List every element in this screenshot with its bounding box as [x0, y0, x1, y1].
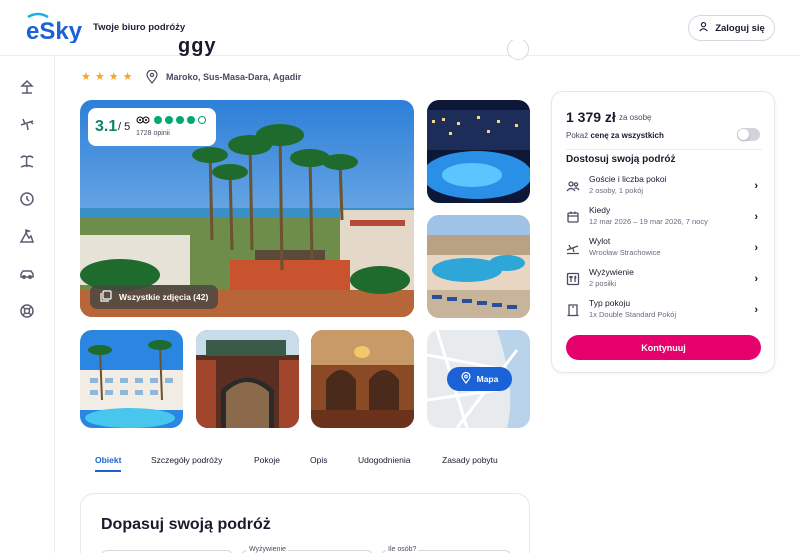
price: 1 379 zł [566, 109, 616, 125]
beach-icon[interactable] [19, 79, 35, 95]
favorite-button-partial[interactable] [507, 40, 529, 60]
tab-szczegoly-podrozy[interactable]: Szczegóły podróży [151, 455, 222, 465]
section-tabs: Obiekt Szczegóły podróży Pokoje Opis Udo… [80, 455, 540, 475]
guests-field-label: Ile osób? [386, 546, 419, 553]
option-meals[interactable]: Wyżywienie 2 posiłki › [566, 267, 762, 293]
all-photos-button[interactable]: Wszystkie zdjęcia (42) [90, 285, 218, 309]
option-value: 12 mar 2026 – 19 mar 2026, 7 nocy [589, 217, 708, 226]
show-price-prefix: Pokaż [566, 131, 591, 140]
tab-zasady-pobytu[interactable]: Zasady pobytu [442, 455, 498, 465]
hotel-lobby-photo[interactable] [311, 330, 414, 428]
login-label: Zaloguj się [715, 22, 765, 34]
divider [566, 149, 762, 150]
tab-obiekt[interactable]: Obiekt [95, 455, 121, 465]
hotel-stars: ★ ★ ★ ★ [81, 71, 133, 83]
option-value: Wrocław Strachowice [589, 248, 661, 257]
rating-bubble [176, 116, 184, 124]
top-header: eSky Twoje biuro podróży Zaloguj się [0, 0, 800, 56]
tagline: Twoje biuro podróży [93, 22, 186, 33]
tab-udogodnienia[interactable]: Udogodnienia [358, 455, 410, 465]
hotel-building-photo[interactable] [80, 330, 183, 428]
tab-pokoje[interactable]: Pokoje [254, 455, 280, 465]
option-value: 1x Double Standard Pokój [589, 310, 677, 319]
chevron-right-icon: › [754, 304, 758, 316]
total-price-toggle[interactable] [737, 128, 760, 141]
star-icon: ★ [108, 71, 119, 83]
meal-field-label: Wyżywienie [247, 546, 288, 553]
location-pin-icon [146, 70, 158, 84]
esky-logo[interactable]: eSky [24, 11, 86, 43]
option-guests[interactable]: Goście i liczba pokoi 2 osoby, 1 pokój › [566, 174, 762, 200]
calendar-icon [566, 210, 580, 224]
car-icon[interactable] [19, 266, 35, 282]
guests-icon [566, 179, 580, 193]
logo-text: eSky [26, 18, 83, 43]
mountain-icon[interactable] [19, 228, 35, 244]
meal-icon [566, 272, 580, 286]
option-value: 2 posiłki [589, 279, 617, 288]
login-button[interactable]: Zaloguj się [688, 15, 775, 41]
toggle-knob [738, 129, 749, 140]
chevron-right-icon: › [754, 242, 758, 254]
option-title: Wylot [589, 236, 611, 246]
star-icon: ★ [122, 71, 133, 83]
tripadvisor-icon [136, 115, 150, 126]
tab-opis[interactable]: Opis [310, 455, 327, 465]
option-dates[interactable]: Kiedy 12 mar 2026 – 19 mar 2026, 7 nocy … [566, 205, 762, 231]
option-title: Typ pokoju [589, 298, 631, 308]
all-photos-label: Wszystkie zdjęcia (42) [119, 292, 209, 302]
user-icon [698, 21, 709, 35]
rating-card[interactable]: 3.1 / 5 1728 opinii [88, 108, 216, 146]
pool-night-photo[interactable] [427, 100, 530, 203]
show-total-price-label: Pokaż cenę za wszystkich [566, 131, 664, 140]
star-icon: ★ [94, 71, 105, 83]
map-label: Mapa [476, 374, 499, 384]
rating-score: 3.1 [95, 118, 118, 135]
hotel-entrance-photo[interactable] [196, 330, 299, 428]
departure-icon [566, 241, 580, 255]
hotel-location: Maroko, Sus-Masa-Dara, Agadir [166, 72, 302, 82]
room-icon [566, 303, 580, 317]
option-title: Goście i liczba pokoi [589, 174, 667, 184]
pool-day-photo[interactable] [427, 215, 530, 318]
option-room-type[interactable]: Typ pokoju 1x Double Standard Pokój › [566, 298, 762, 324]
plane-icon[interactable] [19, 116, 35, 132]
rating-bubble [154, 116, 162, 124]
customize-trip-title: Dopasuj swoją podróż [101, 516, 271, 533]
rating-max: / 5 [118, 121, 131, 133]
option-title: Kiedy [589, 205, 611, 215]
chevron-right-icon: › [754, 273, 758, 285]
map-button[interactable]: Mapa [447, 367, 512, 391]
hotel-title-partial: ggy [178, 41, 258, 56]
hotel-title-fragment: ggy [178, 41, 217, 56]
map-pin-icon [461, 371, 471, 386]
customize-trip-section: Dopasuj swoją podróż Wyżywienie Ile osób… [80, 493, 530, 553]
continue-button[interactable]: Kontynuuj [566, 335, 761, 360]
island-icon[interactable] [19, 153, 35, 169]
option-value: 2 osoby, 1 pokój [589, 186, 644, 195]
customize-title: Dostosuj swoją podróż [566, 154, 676, 165]
lifebuoy-icon[interactable] [19, 303, 35, 319]
option-departure[interactable]: Wylot Wrocław Strachowice › [566, 236, 762, 262]
option-title: Wyżywienie [589, 267, 634, 277]
rating-bubble [187, 116, 195, 124]
show-price-bold: cenę za wszystkich [590, 131, 664, 140]
rating-bubble [165, 116, 173, 124]
rating-bubble [198, 116, 206, 124]
booking-card: 1 379 zł za osobę Pokaż cenę za wszystki… [551, 91, 775, 373]
chevron-right-icon: › [754, 180, 758, 192]
chevron-right-icon: › [754, 211, 758, 223]
star-icon: ★ [81, 71, 91, 83]
clock-icon[interactable] [19, 191, 35, 207]
review-count: 1728 opinii [136, 130, 170, 137]
gallery-icon [100, 290, 112, 304]
price-per-person: za osobę [619, 113, 652, 122]
rating-bubbles [154, 116, 206, 124]
active-tab-indicator [95, 470, 121, 472]
left-sidebar [0, 56, 55, 553]
